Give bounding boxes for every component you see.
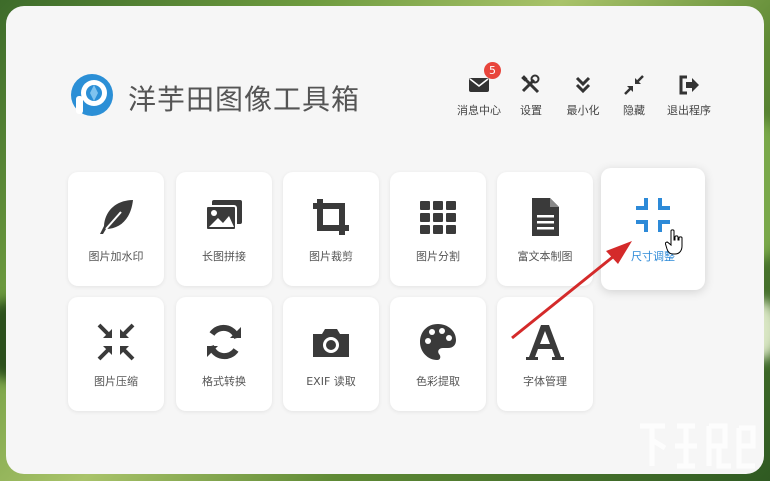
message-center-button[interactable]: 5 消息中心 xyxy=(451,62,507,118)
tool-label: 格式转换 xyxy=(202,375,246,388)
tool-label: 长图拼接 xyxy=(202,250,246,263)
hide-label: 隐藏 xyxy=(623,104,645,117)
grid-icon xyxy=(420,201,456,234)
font-icon xyxy=(526,325,564,360)
tool-label: 图片加水印 xyxy=(88,250,144,263)
tool-label: 图片分割 xyxy=(416,250,460,263)
tool-label: 色彩提取 xyxy=(416,375,460,388)
tool-label: EXIF 读取 xyxy=(306,375,356,388)
exit-button[interactable]: 退出程序 xyxy=(661,72,717,118)
camera-icon xyxy=(313,329,349,357)
feather-icon xyxy=(100,200,133,234)
tool-card-watermark[interactable]: 图片加水印 xyxy=(68,172,164,286)
compress-arrows-icon xyxy=(624,75,644,95)
document-icon xyxy=(532,198,559,236)
tools-icon xyxy=(521,74,540,94)
message-count-badge: 5 xyxy=(484,62,501,79)
tool-card-long-image-stitch[interactable]: 长图拼接 xyxy=(176,172,272,286)
sign-out-icon xyxy=(679,75,699,95)
tool-label: 图片压缩 xyxy=(94,375,138,388)
hand-cursor-icon xyxy=(665,229,683,255)
tool-label: 图片裁剪 xyxy=(309,250,353,263)
site-watermark-logo xyxy=(640,423,756,469)
tool-label: 字体管理 xyxy=(523,375,567,388)
settings-label: 设置 xyxy=(520,104,542,117)
app-title: 洋芋田图像工具箱 xyxy=(128,83,361,116)
crop-icon xyxy=(313,199,349,235)
chevron-double-down-icon xyxy=(575,76,591,94)
minimize-label: 最小化 xyxy=(566,104,600,117)
tool-card-color-extract[interactable]: 色彩提取 xyxy=(390,297,486,411)
hide-button[interactable]: 隐藏 xyxy=(616,72,652,118)
tool-card-font-manage[interactable]: 字体管理 xyxy=(497,297,593,411)
images-icon xyxy=(205,200,242,231)
tool-card-split[interactable]: 图片分割 xyxy=(390,172,486,286)
tool-label: 富文本制图 xyxy=(517,250,573,263)
tool-card-crop[interactable]: 图片裁剪 xyxy=(283,172,379,286)
tool-card-resize[interactable]: 尺寸调整 xyxy=(601,168,705,290)
minimize-button[interactable]: 最小化 xyxy=(561,72,605,118)
message-center-label: 消息中心 xyxy=(457,104,501,117)
settings-button[interactable]: 设置 xyxy=(511,72,551,118)
main-window: 洋芋田图像工具箱 5 消息中心 设置 最小化 隐藏 退出程序 图片加水印 长图拼… xyxy=(6,6,764,474)
tool-card-rich-text[interactable]: 富文本制图 xyxy=(497,172,593,286)
compress-icon xyxy=(97,323,135,361)
palette-icon xyxy=(420,324,456,360)
exit-label: 退出程序 xyxy=(667,104,711,117)
tool-card-compress[interactable]: 图片压缩 xyxy=(68,297,164,411)
header-toolbar: 5 消息中心 设置 最小化 隐藏 退出程序 xyxy=(451,62,721,118)
app-logo xyxy=(71,74,113,116)
tool-card-format-convert[interactable]: 格式转换 xyxy=(176,297,272,411)
tool-card-exif[interactable]: EXIF 读取 xyxy=(283,297,379,411)
tool-label: 尺寸调整 xyxy=(631,250,675,263)
sync-icon xyxy=(207,324,241,360)
